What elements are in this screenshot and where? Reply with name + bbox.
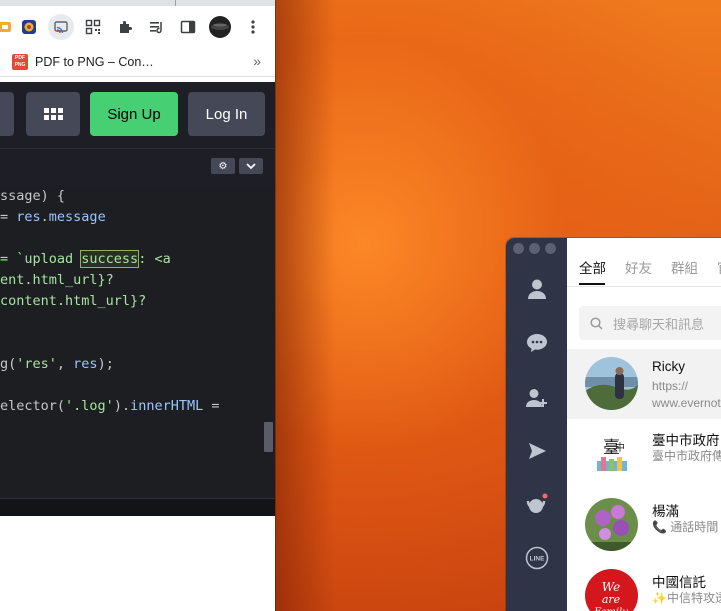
- avatar: [585, 498, 638, 551]
- side-panel-icon[interactable]: [175, 14, 201, 40]
- svg-text:Family: Family: [593, 607, 628, 611]
- line-logo-icon[interactable]: LINE: [525, 546, 549, 570]
- code-line: = `upload success: <a: [0, 250, 171, 268]
- bookmarks-bar: PDF PNG PDF to PNG – Con… »: [0, 50, 275, 77]
- tab-friends[interactable]: 好友: [625, 257, 652, 277]
- chat-name: 楊滿: [652, 504, 679, 519]
- friends-icon[interactable]: [525, 277, 549, 301]
- keep-icon[interactable]: [525, 439, 549, 463]
- line-app-window: LINE 全部 好友 群組 官 搜尋聊天和訊息: [506, 238, 721, 611]
- avatar: [585, 357, 638, 410]
- chat-item-taichung-gov[interactable]: 臺 中 臺中市政府 臺中市政府傳: [567, 419, 721, 489]
- code-line: elector('.log').innerHTML =: [0, 398, 220, 414]
- tab-official[interactable]: 官: [717, 257, 721, 277]
- add-friend-icon[interactable]: [525, 386, 549, 410]
- minimize-window-button[interactable]: [529, 243, 540, 254]
- svg-text:中: 中: [615, 441, 625, 454]
- search-highlight: success: [80, 250, 140, 268]
- bookmark-label: PDF to PNG – Con…: [35, 55, 154, 69]
- active-tab-indicator: [579, 283, 605, 285]
- reading-list-icon[interactable]: [144, 14, 170, 40]
- profile-avatar[interactable]: [207, 14, 233, 40]
- chat-name: 中國信託: [652, 575, 706, 590]
- log-in-button[interactable]: Log In: [188, 92, 265, 136]
- editor-scrollbar-thumb[interactable]: [264, 422, 273, 452]
- more-menu-icon[interactable]: [240, 14, 266, 40]
- cast-icon[interactable]: [48, 14, 74, 40]
- editor-collapse-chevron-down-icon[interactable]: [239, 158, 263, 174]
- chat-preview: 📞 通話時間: [652, 520, 719, 534]
- code-line: = res.message: [0, 209, 106, 225]
- code-line: content.html_url}?: [0, 293, 147, 309]
- search-input[interactable]: 搜尋聊天和訊息: [579, 306, 721, 340]
- apps-grid-button[interactable]: [26, 92, 80, 136]
- search-placeholder: 搜尋聊天和訊息: [613, 316, 705, 332]
- svg-text:We: We: [602, 580, 620, 594]
- more-bookmarks-chevron-icon[interactable]: »: [253, 53, 261, 69]
- chat-preview: https://www.evernot: [652, 379, 721, 410]
- tab-groups[interactable]: 群組: [671, 257, 698, 277]
- code-line: ssage) {: [0, 188, 66, 204]
- code-line: g('res', res);: [0, 356, 114, 372]
- sign-up-button[interactable]: Sign Up: [90, 92, 178, 136]
- browser-window: PDF PNG PDF to PNG – Con… » Sign Up Log …: [0, 0, 275, 611]
- tab-all[interactable]: 全部: [579, 257, 606, 277]
- search-icon: [590, 316, 603, 330]
- chat-item-yang-man[interactable]: 楊滿 📞 通話時間: [567, 490, 721, 560]
- editor-settings-gear-icon[interactable]: ⚙: [211, 158, 235, 174]
- svg-text:are: are: [602, 593, 621, 606]
- line-sidebar: LINE: [506, 238, 567, 611]
- chat-name: 臺中市政府: [652, 433, 720, 448]
- qr-code-icon[interactable]: [80, 14, 106, 40]
- code-editor[interactable]: ssage) { = res.message = `upload success…: [0, 186, 275, 498]
- chat-preview: ✨中信特攻透: [652, 591, 721, 605]
- avatar: 臺 中: [585, 427, 638, 480]
- editor-header: ⚙: [0, 148, 275, 187]
- grid-icon: [43, 108, 63, 120]
- chat-item-ctbc[interactable]: We are Family 中國信託 ✨中信特攻透: [567, 561, 721, 611]
- close-window-button[interactable]: [513, 243, 524, 254]
- svg-text:LINE: LINE: [530, 556, 545, 563]
- window-controls: [513, 243, 556, 254]
- chat-item-ricky[interactable]: Ricky https://www.evernot: [567, 349, 721, 419]
- notifications-icon[interactable]: [525, 492, 549, 516]
- wallpaper-shadow: [275, 0, 335, 611]
- avatar: We are Family: [585, 569, 638, 611]
- chat-filter-tabs: 全部 好友 群組 官: [567, 238, 721, 287]
- chat-name: Ricky: [652, 359, 685, 374]
- code-line: ent.html_url}?: [0, 272, 114, 288]
- pdf-to-png-favicon-icon: PDF PNG: [12, 54, 28, 70]
- zoom-window-button[interactable]: [545, 243, 556, 254]
- editor-footer: [0, 498, 275, 516]
- header-button-partial[interactable]: [0, 92, 14, 136]
- extension-icon-2[interactable]: [16, 14, 42, 40]
- chats-icon[interactable]: [525, 331, 549, 355]
- line-main-panel: 全部 好友 群組 官 搜尋聊天和訊息 Ricky: [567, 238, 721, 611]
- chat-preview: 臺中市政府傳: [652, 449, 721, 463]
- extensions-puzzle-icon[interactable]: [112, 14, 138, 40]
- site-header: Sign Up Log In: [0, 82, 275, 148]
- browser-toolbar: [0, 6, 275, 50]
- bookmark-pdf-to-png[interactable]: PDF PNG PDF to PNG – Con…: [12, 54, 154, 70]
